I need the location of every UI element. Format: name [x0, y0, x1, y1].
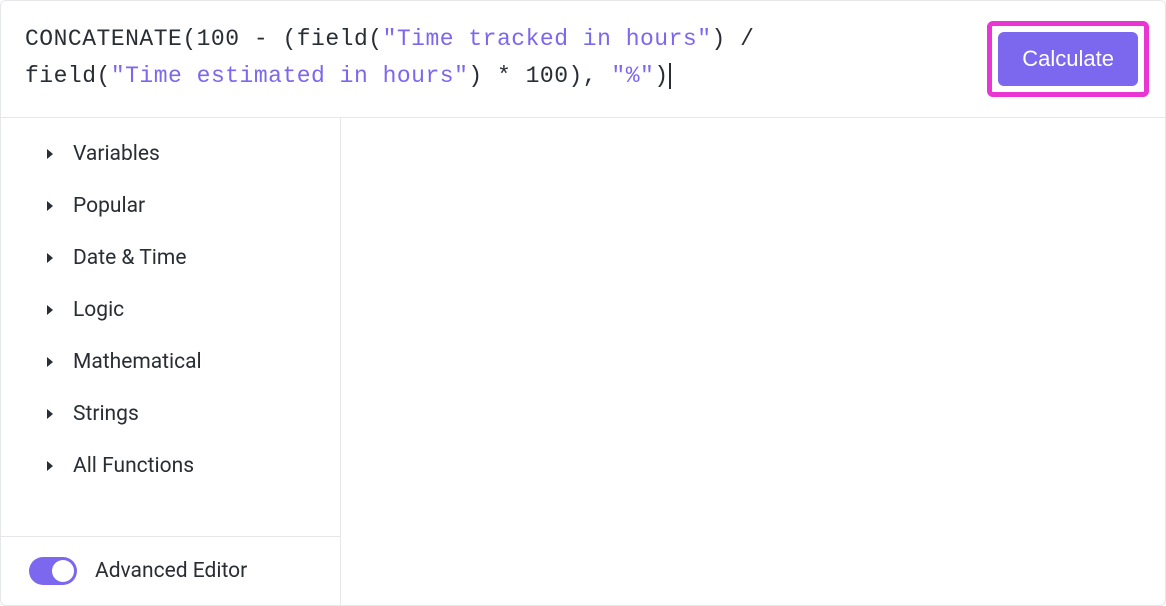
formula-token: "%" [611, 63, 654, 89]
sidebar: Variables Popular Date & Time Logic Mathemat… [1, 118, 341, 605]
category-item[interactable]: Popular [1, 180, 340, 232]
formula-token: ) [654, 63, 668, 89]
toggle-knob [52, 560, 74, 582]
formula-token: "Time tracked in hours" [383, 26, 712, 52]
category-label: Logic [73, 298, 124, 322]
calculate-highlight: Calculate [987, 21, 1149, 97]
chevron-right-icon [45, 408, 55, 420]
editor-body: Variables Popular Date & Time Logic Mathemat… [1, 118, 1165, 605]
category-item[interactable]: Strings [1, 388, 340, 440]
category-list: Variables Popular Date & Time Logic Mathemat… [1, 118, 340, 536]
category-item[interactable]: Date & Time [1, 232, 340, 284]
category-label: Variables [73, 142, 160, 166]
chevron-right-icon [45, 304, 55, 316]
calculate-button[interactable]: Calculate [998, 32, 1138, 86]
formula-token: field( [25, 63, 111, 89]
category-label: All Functions [73, 454, 194, 478]
content-area [341, 118, 1165, 605]
advanced-editor-row: Advanced Editor [1, 536, 340, 605]
formula-token: "Time estimated in hours" [111, 63, 469, 89]
advanced-editor-label: Advanced Editor [95, 559, 247, 583]
category-label: Mathematical [73, 350, 202, 374]
chevron-right-icon [45, 148, 55, 160]
chevron-right-icon [45, 356, 55, 368]
category-item[interactable]: All Functions [1, 440, 340, 492]
formula-token: CONCATENATE(100 - (field( [25, 26, 383, 52]
category-item[interactable]: Logic [1, 284, 340, 336]
chevron-right-icon [45, 460, 55, 472]
category-item[interactable]: Variables [1, 128, 340, 180]
chevron-right-icon [45, 252, 55, 264]
formula-bar: CONCATENATE(100 - (field("Time tracked i… [1, 1, 1165, 118]
category-label: Popular [73, 194, 145, 218]
category-item[interactable]: Mathematical [1, 336, 340, 388]
text-cursor [669, 63, 671, 89]
formula-token: ) * 100), [468, 63, 611, 89]
chevron-right-icon [45, 200, 55, 212]
formula-editor: CONCATENATE(100 - (field("Time tracked i… [0, 0, 1166, 606]
category-label: Strings [73, 402, 139, 426]
advanced-editor-toggle[interactable] [29, 557, 77, 585]
formula-token: ) / [712, 26, 755, 52]
formula-input[interactable]: CONCATENATE(100 - (field("Time tracked i… [25, 21, 971, 95]
category-label: Date & Time [73, 246, 186, 270]
